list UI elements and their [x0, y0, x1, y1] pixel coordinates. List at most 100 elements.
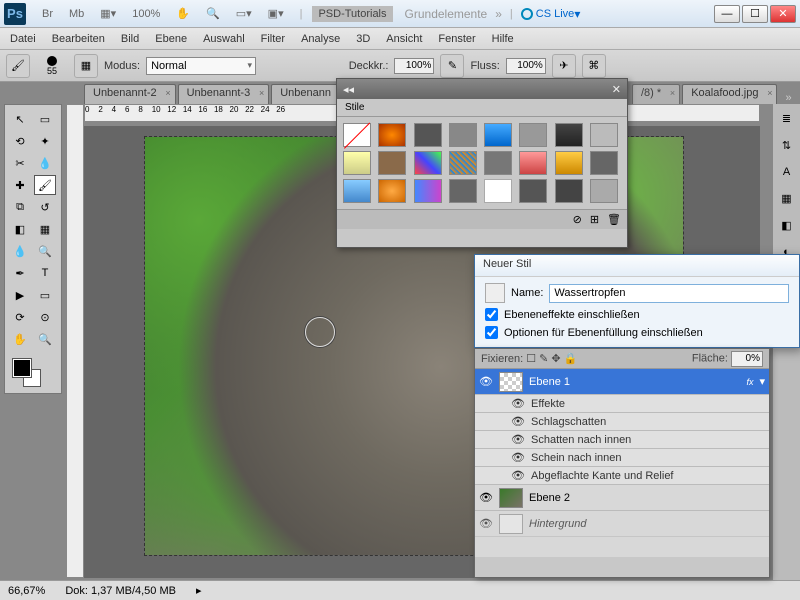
- window-maximize[interactable]: ☐: [742, 5, 768, 23]
- style-swatch[interactable]: [449, 179, 477, 203]
- style-none[interactable]: [343, 123, 371, 147]
- brush-preset-picker[interactable]: 55: [36, 54, 68, 78]
- menu-bearbeiten[interactable]: Bearbeiten: [52, 33, 105, 45]
- type-tool[interactable]: T: [34, 263, 56, 283]
- close-icon[interactable]: ✕: [612, 83, 621, 96]
- style-swatch[interactable]: [484, 179, 512, 203]
- psd-tutorials-button[interactable]: PSD-Tutorials: [312, 6, 392, 22]
- close-icon[interactable]: ×: [767, 88, 772, 98]
- lasso-tool[interactable]: ⟲: [9, 131, 31, 151]
- include-effects-checkbox[interactable]: [485, 308, 498, 321]
- shape-tool[interactable]: ▭: [34, 285, 56, 305]
- style-swatch[interactable]: [484, 123, 512, 147]
- visibility-icon[interactable]: 👁: [511, 451, 525, 465]
- zoom-tool[interactable]: 🔍: [34, 329, 56, 349]
- layer-thumbnail[interactable]: [499, 372, 523, 392]
- view-extras-button[interactable]: ▦▾: [94, 5, 122, 22]
- style-swatch[interactable]: [590, 123, 618, 147]
- style-swatch[interactable]: [590, 179, 618, 203]
- effect-schlagschatten[interactable]: 👁Schlagschatten: [475, 413, 769, 431]
- style-swatch[interactable]: [378, 123, 406, 147]
- blend-mode-dropdown[interactable]: Normal: [146, 57, 256, 75]
- pen-tool[interactable]: ✒: [9, 263, 31, 283]
- color-swatches[interactable]: [9, 357, 57, 389]
- zoom-tool-shortcut[interactable]: 🔍: [200, 5, 226, 22]
- style-swatch[interactable]: [555, 151, 583, 175]
- close-icon[interactable]: ×: [165, 88, 170, 98]
- styles-tab[interactable]: Stile: [337, 99, 627, 117]
- tablet-pressure-button[interactable]: ⌘: [582, 54, 606, 78]
- dialog-title[interactable]: Neuer Stil: [475, 255, 799, 277]
- effects-row[interactable]: 👁Effekte: [475, 395, 769, 413]
- airbrush-button[interactable]: ✈: [552, 54, 576, 78]
- cs-live-button[interactable]: CS Live ▾: [521, 7, 581, 21]
- style-swatch[interactable]: [378, 151, 406, 175]
- actions-panel-icon[interactable]: ⇅: [782, 139, 791, 152]
- chevron-down-icon[interactable]: ▾: [759, 375, 765, 388]
- eyedropper-tool[interactable]: 💧: [34, 153, 56, 173]
- doc-tab-5[interactable]: Koalafood.jpg×: [682, 84, 777, 104]
- style-swatch[interactable]: [449, 123, 477, 147]
- move-tool[interactable]: ↖: [9, 109, 31, 129]
- fill-opacity-input[interactable]: [731, 351, 763, 367]
- include-blending-checkbox[interactable]: [485, 326, 498, 339]
- visibility-icon[interactable]: 👁: [479, 375, 493, 389]
- flow-input[interactable]: [506, 58, 546, 74]
- close-icon[interactable]: ×: [670, 88, 675, 98]
- zoom-level[interactable]: 100%: [126, 6, 166, 22]
- window-close[interactable]: ✕: [770, 5, 796, 23]
- visibility-icon[interactable]: 👁: [511, 433, 525, 447]
- visibility-icon[interactable]: 👁: [479, 517, 493, 531]
- history-brush-tool[interactable]: ↺: [34, 197, 56, 217]
- menu-analyse[interactable]: Analyse: [301, 33, 340, 45]
- window-minimize[interactable]: —: [714, 5, 740, 23]
- clone-stamp-tool[interactable]: ⧉: [9, 197, 31, 217]
- blur-tool[interactable]: 💧: [9, 241, 31, 261]
- screen-mode-button[interactable]: ▣▾: [262, 5, 290, 22]
- new-style-icon[interactable]: ⊞: [590, 213, 599, 226]
- menu-datei[interactable]: Datei: [10, 33, 36, 45]
- style-swatch[interactable]: [555, 179, 583, 203]
- collapse-icon[interactable]: ◂◂: [343, 83, 354, 96]
- foreground-color[interactable]: [13, 359, 31, 377]
- more-workspaces[interactable]: »: [495, 7, 502, 21]
- layer-thumbnail[interactable]: [499, 488, 523, 508]
- 3d-tool[interactable]: ⟳: [9, 307, 31, 327]
- marquee-tool[interactable]: ▭: [34, 109, 56, 129]
- bridge-button[interactable]: Br: [36, 6, 59, 22]
- doc-tab-1[interactable]: Unbenannt-2×: [84, 84, 176, 104]
- menu-auswahl[interactable]: Auswahl: [203, 33, 245, 45]
- effect-schatten-innen[interactable]: 👁Schatten nach innen: [475, 431, 769, 449]
- visibility-icon[interactable]: 👁: [511, 397, 525, 411]
- grundelemente-link[interactable]: Grundelemente: [405, 7, 488, 21]
- color-panel-icon[interactable]: ◧: [781, 219, 791, 232]
- fx-indicator[interactable]: fx: [746, 377, 753, 387]
- path-selection-tool[interactable]: ▶: [9, 285, 31, 305]
- style-swatch[interactable]: [519, 179, 547, 203]
- style-swatch[interactable]: [343, 179, 371, 203]
- close-icon[interactable]: ×: [259, 88, 264, 98]
- brush-panel-toggle[interactable]: ▦: [74, 54, 98, 78]
- style-swatch[interactable]: [449, 151, 477, 175]
- hand-tool[interactable]: ✋: [9, 329, 31, 349]
- healing-tool[interactable]: ✚: [9, 175, 31, 195]
- tab-overflow[interactable]: »: [785, 92, 791, 104]
- effect-schein-innen[interactable]: 👁Schein nach innen: [475, 449, 769, 467]
- minibridge-button[interactable]: Mb: [63, 6, 90, 22]
- doc-tab-2[interactable]: Unbenannt-3×: [178, 84, 270, 104]
- visibility-icon[interactable]: 👁: [479, 491, 493, 505]
- menu-hilfe[interactable]: Hilfe: [492, 33, 514, 45]
- style-swatch[interactable]: [590, 151, 618, 175]
- dodge-tool[interactable]: 🔍: [34, 241, 56, 261]
- menu-bild[interactable]: Bild: [121, 33, 139, 45]
- style-swatch[interactable]: [378, 179, 406, 203]
- style-swatch[interactable]: [519, 151, 547, 175]
- effect-abgeflachte[interactable]: 👁Abgeflachte Kante und Relief: [475, 467, 769, 485]
- status-doc-size[interactable]: Dok: 1,37 MB/4,50 MB: [65, 585, 176, 597]
- delete-style-icon[interactable]: 🗑: [607, 213, 621, 226]
- status-zoom[interactable]: 66,67%: [8, 585, 45, 597]
- style-swatch[interactable]: [519, 123, 547, 147]
- brush-tool[interactable]: 🖌: [34, 175, 56, 195]
- opacity-input[interactable]: [394, 58, 434, 74]
- style-swatch[interactable]: [484, 151, 512, 175]
